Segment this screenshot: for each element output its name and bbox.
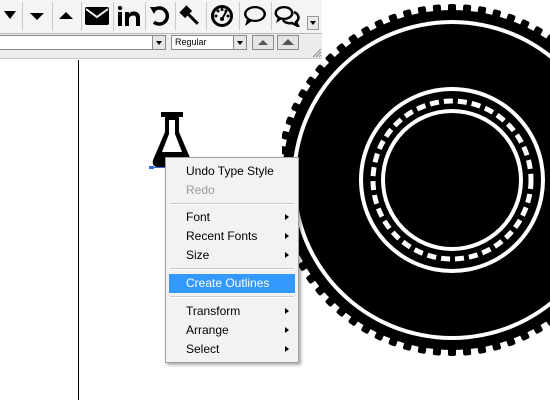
tire-icon[interactable] — [282, 0, 550, 366]
menu-item-size[interactable]: Size — [169, 246, 295, 265]
glyph-divider — [22, 2, 23, 31]
menu-item-redo[interactable]: Redo — [169, 181, 295, 200]
font-family-select[interactable] — [0, 35, 166, 50]
context-menu: Undo Type Style Redo Font Recent Fonts S… — [165, 157, 299, 363]
glyph-divider — [113, 2, 114, 31]
submenu-arrow-icon — [285, 252, 289, 258]
sort-down-icon[interactable] — [0, 3, 20, 29]
rotate-icon[interactable] — [147, 3, 173, 29]
comment-icon[interactable] — [242, 3, 268, 29]
submenu-arrow-icon — [285, 308, 289, 314]
menu-separator — [170, 268, 294, 270]
menu-item-arrange[interactable]: Arrange — [169, 321, 295, 340]
submenu-arrow-icon — [285, 233, 289, 239]
menu-item-create-outlines[interactable]: Create Outlines — [169, 274, 295, 293]
linkedin-icon[interactable] — [116, 3, 142, 29]
menu-item-recent-fonts[interactable]: Recent Fonts — [169, 227, 295, 246]
caret-down-icon[interactable] — [24, 3, 50, 29]
artboard-edge-line — [78, 60, 79, 400]
menu-item-transform[interactable]: Transform — [169, 302, 295, 321]
menu-item-undo-type-style[interactable]: Undo Type Style — [169, 162, 295, 181]
glyph-divider — [206, 2, 207, 31]
gavel-icon[interactable] — [177, 3, 203, 29]
menu-item-label: Arrange — [186, 323, 229, 337]
font-style-value: Regular — [175, 37, 207, 47]
menu-item-label: Select — [186, 342, 220, 356]
menu-item-label: Create Outlines — [186, 276, 270, 290]
menu-item-label: Undo Type Style — [186, 164, 274, 178]
menu-item-label: Font — [186, 210, 211, 224]
menu-item-label: Size — [186, 248, 210, 262]
menu-item-label: Transform — [186, 304, 241, 318]
glyph-divider — [175, 2, 176, 31]
menu-item-label: Recent Fonts — [186, 229, 258, 243]
glyphs-panel: Regular — [0, 0, 322, 59]
smaller-glyph-size-button[interactable] — [252, 35, 274, 50]
submenu-arrow-icon — [285, 214, 289, 220]
glyph-divider — [271, 2, 272, 31]
font-style-select[interactable]: Regular — [171, 35, 247, 50]
glyph-divider — [81, 2, 82, 31]
glyph-divider — [239, 2, 240, 31]
submenu-arrow-icon — [285, 327, 289, 333]
submenu-arrow-icon — [285, 346, 289, 352]
chevron-down-icon[interactable] — [152, 36, 165, 49]
caret-up-icon[interactable] — [53, 3, 79, 29]
menu-separator — [170, 296, 294, 298]
envelope-icon[interactable] — [84, 3, 110, 29]
glyph-divider — [145, 2, 146, 31]
font-controls: Regular — [0, 35, 322, 51]
menu-item-font[interactable]: Font — [169, 208, 295, 227]
dashboard-icon[interactable] — [209, 3, 235, 29]
menu-separator — [170, 203, 294, 205]
small-mountain-icon — [258, 40, 268, 45]
glyph-strip — [0, 0, 322, 34]
chevron-down-icon[interactable] — [233, 36, 246, 49]
menu-item-label: Redo — [186, 183, 215, 197]
menu-item-select[interactable]: Select — [169, 340, 295, 359]
